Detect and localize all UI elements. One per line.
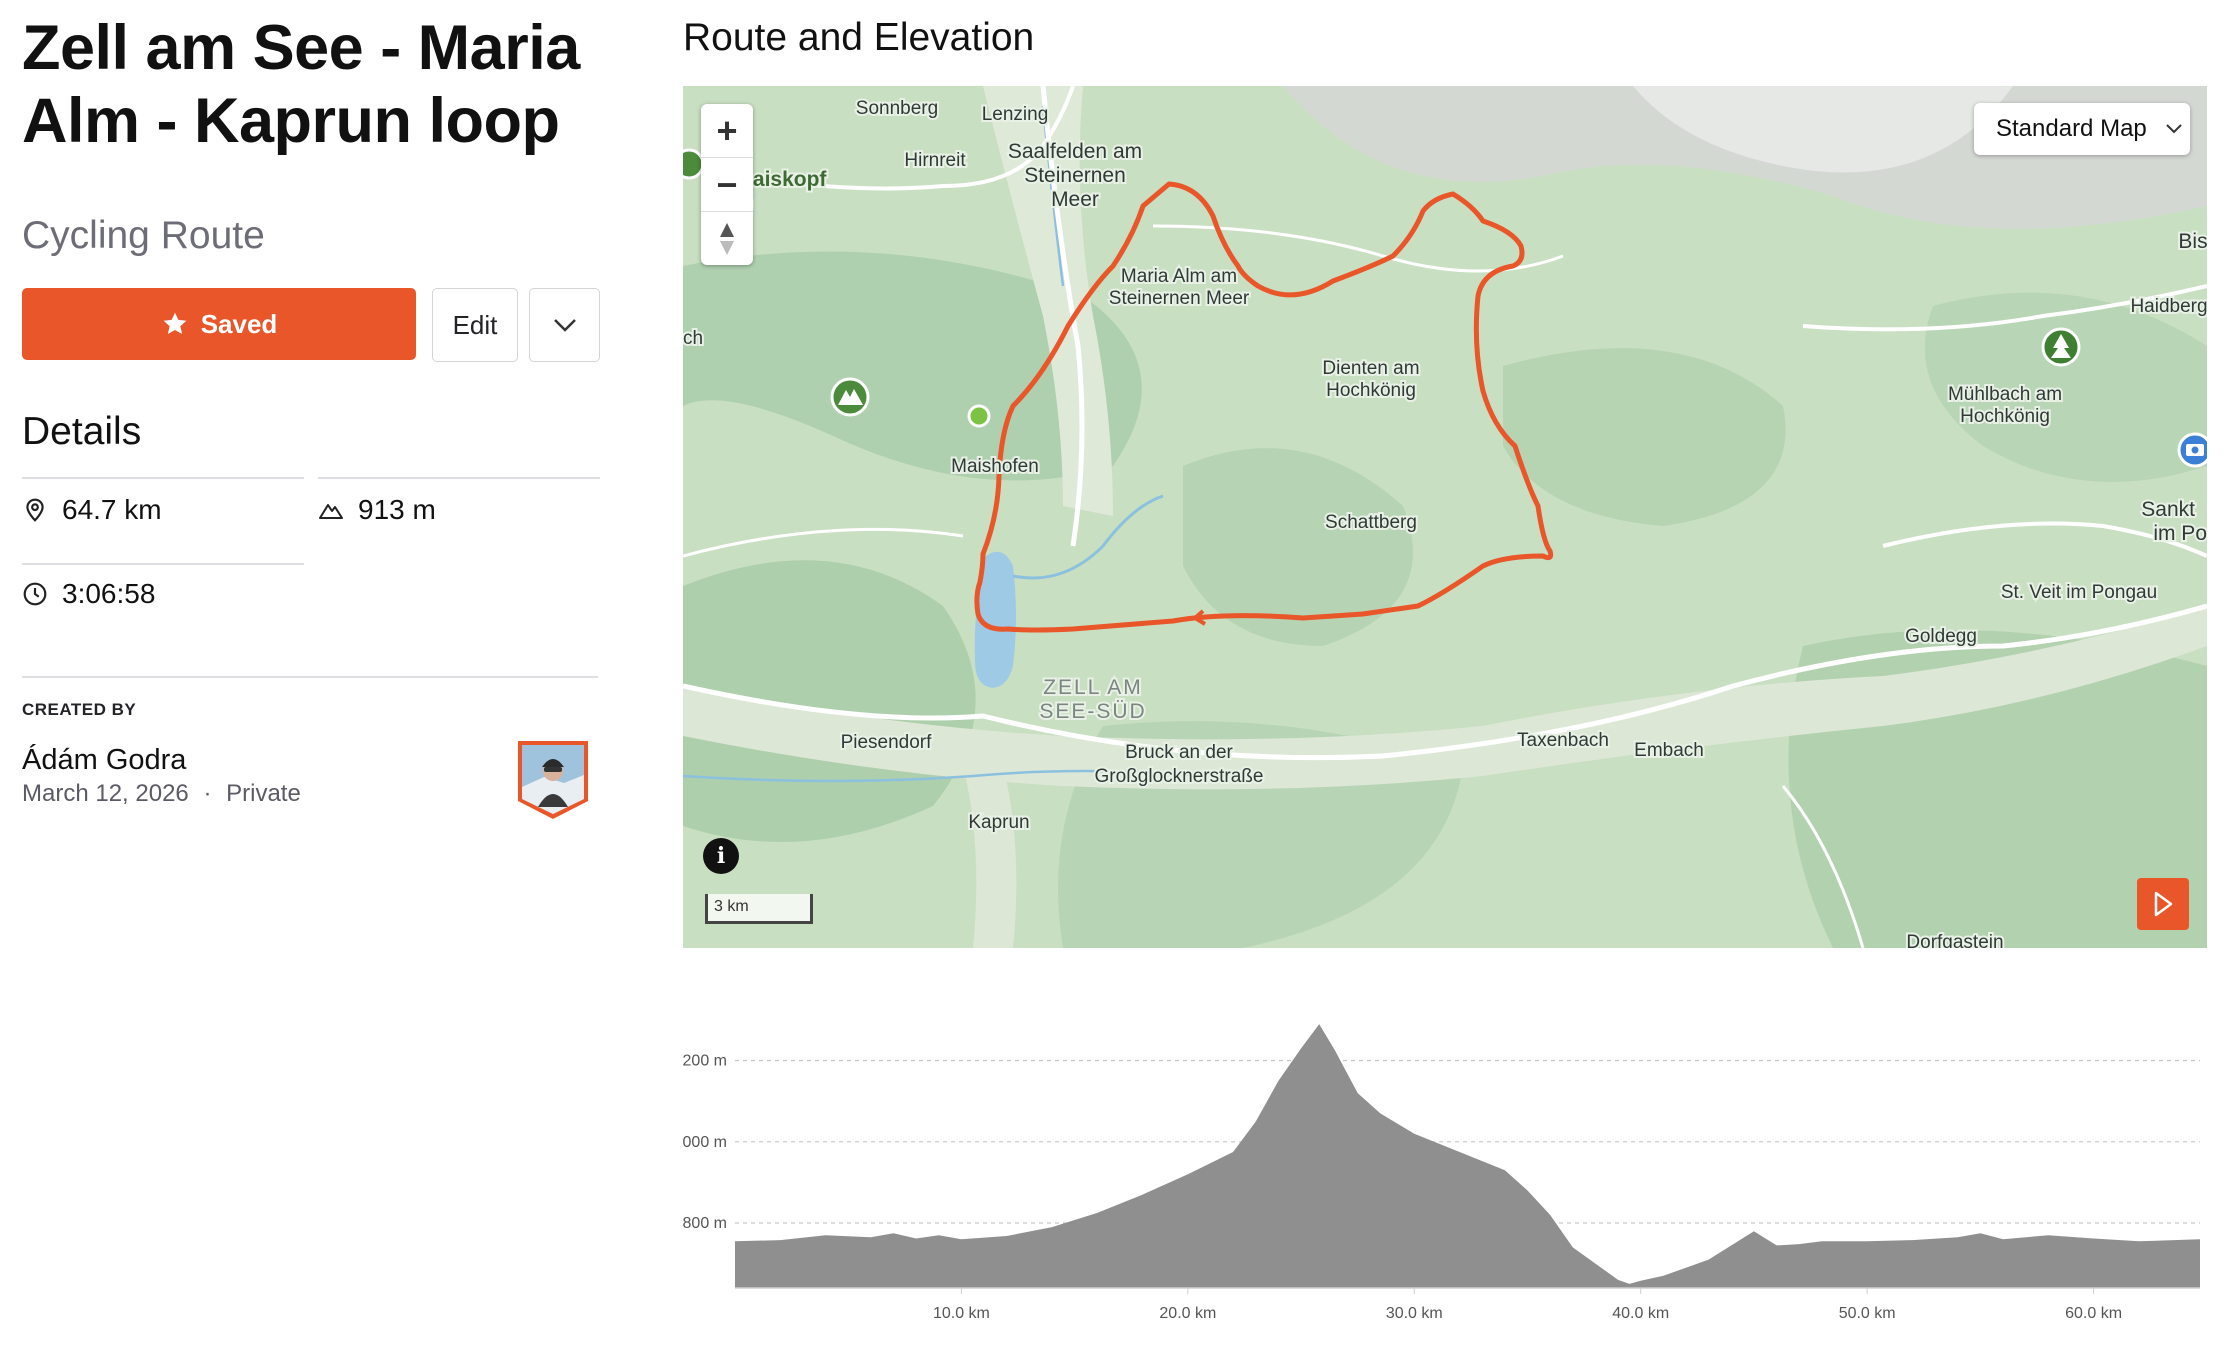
time-value: 3:06:58 [62,578,156,609]
play-icon [2154,891,2173,917]
elevation-value: 913 m [358,494,436,525]
chevron-down-icon [2166,124,2182,134]
map-label: Taxenbach [1517,730,1609,751]
route-type: Cycling Route [22,214,265,257]
saved-label: Saved [200,308,278,339]
map-label: Haidberg [2130,296,2207,317]
peak-marker-icon[interactable] [683,148,705,180]
map-label: Hochkönig [1960,406,2050,427]
map-label: Maria Alm am [1121,266,1237,287]
map-style-select[interactable]: Standard Map [1974,103,2190,155]
more-options-button[interactable] [529,288,600,362]
action-bar: Saved Edit [22,288,602,362]
route-elevation-heading: Route and Elevation [683,16,1035,59]
compass-icon [720,222,734,255]
route-title: Zell am See - Maria Alm - Kaprun loop [22,13,580,156]
map-label: Maishofen [951,456,1039,477]
map-label: Schattberg [1325,512,1417,533]
creator-name[interactable]: Ádám Godra [22,744,186,777]
creator-meta: March 12, 2026 · Private [22,780,301,808]
map-label: Großglocknerstraße [1095,766,1264,787]
x-tick-label: 40.0 km [1612,1305,1669,1320]
map-label: Lenzing [982,104,1049,125]
y-tick-label: 1,000 m [683,1134,727,1151]
map-label: ch [683,328,703,349]
info-button[interactable]: i [703,838,739,874]
map-label: ZELL AM [1043,676,1143,699]
details-heading: Details [22,410,142,453]
time-stat: 3:06:58 [22,578,155,610]
distance-value: 64.7 km [62,494,162,525]
elevation-y-ticks: 800 m 1,000 m 1,200 m [683,1053,727,1232]
avatar[interactable] [514,737,592,821]
chevron-down-icon [553,319,576,332]
zoom-in-button[interactable]: + [701,104,753,157]
map-label: Piesendorf [841,732,933,753]
map-label: Dienten am [1322,358,1419,379]
x-tick-label: 60.0 km [2065,1305,2122,1320]
map-label: Dorfgastein [1906,932,2003,948]
zoom-out-button[interactable]: − [701,158,753,211]
mountain-icon [319,504,343,519]
map-label: Mühlbach am [1948,384,2062,405]
map-label: St. Veit im Pongau [2001,582,2157,603]
flyover-play-button[interactable] [2137,878,2189,930]
map-label: Meer [1051,188,1099,211]
x-tick-label: 50.0 km [1839,1305,1896,1320]
x-tick-label: 30.0 km [1386,1305,1443,1320]
y-tick-label: 800 m [683,1215,727,1232]
map-label: im Po [2153,522,2207,545]
map-label: Goldegg [1905,626,1977,647]
map-label: Hirnreit [904,150,966,171]
divider [22,676,598,678]
campsite-marker-icon[interactable] [830,377,870,417]
map-label: Bruck an der [1125,742,1233,763]
zoom-controls: + − [701,104,753,265]
visibility-label: Private [226,780,301,807]
y-tick-label: 1,200 m [683,1053,727,1070]
map-canvas[interactable]: Sonnberg Lenzing Hirnreit Saalfelden am … [683,86,2207,948]
map-scale: 3 km [705,894,813,924]
saved-button[interactable]: Saved [22,288,416,360]
map-label: Bis [2178,230,2207,253]
location-pin-icon [26,498,44,522]
elevation-area [735,1024,2200,1288]
star-icon [163,312,187,335]
camera-marker-icon[interactable] [2177,432,2207,468]
elevation-chart[interactable]: 800 m 1,000 m 1,200 m 10.0 km 20.0 km 30.0 k… [683,960,2223,1320]
map-style-label: Standard Map [1996,115,2147,142]
map-label: SEE-SÜD [1039,700,1146,723]
map-label: Saalfelden am [1008,140,1142,163]
created-by-label: CREATED BY [22,700,137,719]
x-tick-label: 20.0 km [1159,1305,1216,1320]
edit-button[interactable]: Edit [432,288,518,362]
created-date: March 12, 2026 [22,780,189,807]
start-marker[interactable] [967,404,991,428]
compass-button[interactable] [701,212,753,265]
divider [22,477,304,479]
divider [22,563,304,565]
forest-marker-icon[interactable] [2041,327,2081,367]
elevation-x-ticks: 10.0 km 20.0 km 30.0 km 40.0 km 50.0 km 60.0 … [933,1288,2122,1320]
map-label: Hochkönig [1326,380,1416,401]
x-tick-label: 10.0 km [933,1305,990,1320]
meta-separator: · [203,780,212,807]
map-label: Embach [1634,740,1704,761]
map-label: Sonnberg [856,98,938,119]
route-map[interactable]: Sonnberg Lenzing Hirnreit Saalfelden am … [683,86,2207,948]
distance-stat: 64.7 km [22,494,162,526]
divider [318,477,600,479]
map-label: Sankt [2141,498,2195,521]
map-label: Steinernen Meer [1109,288,1250,309]
elevation-stat: 913 m [318,494,436,526]
map-label: Steinernen [1024,164,1126,187]
clock-icon [23,582,47,606]
map-label: Kaprun [968,812,1029,833]
